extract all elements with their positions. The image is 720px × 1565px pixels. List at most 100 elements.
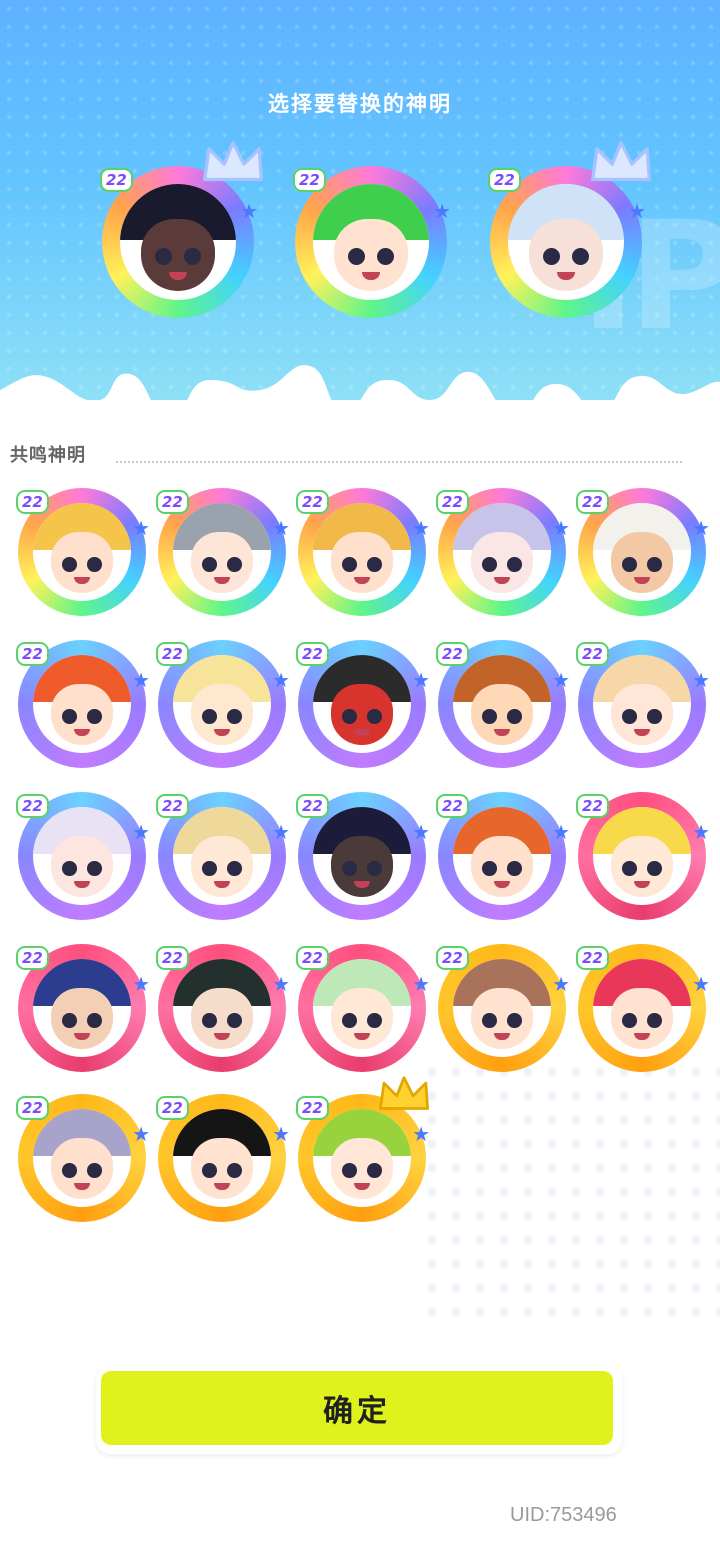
star-icon: ★ [272,820,290,844]
grid-deity-11[interactable]: 22 ★ [16,792,150,920]
grid-deity-13[interactable]: 22 ★ [296,792,430,920]
section-title: 共鸣神明 [10,445,86,466]
selected-deity-1[interactable]: 22 ★ [100,140,263,318]
star-icon: ★ [412,820,430,844]
character-portrait [593,503,691,601]
star-icon: ★ [272,516,290,540]
character-portrait [313,1109,411,1207]
star-icon: ★ [412,972,430,996]
grid-deity-18[interactable]: 22 ★ [296,944,430,1072]
star-icon: ★ [272,1122,290,1146]
grid-deity-22[interactable]: 22 ★ [156,1094,290,1222]
level-badge: 22 [436,490,469,514]
character-portrait [453,959,551,1057]
star-icon: ★ [412,668,430,692]
grid-deity-1[interactable]: 22 ★ [16,488,150,616]
character-portrait [33,1109,131,1207]
star-icon: ★ [692,668,710,692]
character-portrait [173,959,271,1057]
character-portrait [593,807,691,905]
level-badge: 22 [296,490,329,514]
crown-icon [588,138,654,190]
paint-drip-divider [0,365,720,430]
crown-icon [200,138,266,190]
character-portrait [453,655,551,753]
grid-deity-8[interactable]: 22 ★ [296,640,430,768]
character-portrait [173,1109,271,1207]
grid-deity-14[interactable]: 22 ★ [436,792,570,920]
character-portrait [453,807,551,905]
star-icon: ★ [132,1122,150,1146]
character-portrait [313,655,411,753]
level-badge: 22 [156,490,189,514]
grid-deity-9[interactable]: 22 ★ [436,640,570,768]
character-portrait [33,959,131,1057]
level-badge: 22 [576,946,609,970]
level-badge: 22 [16,946,49,970]
character-portrait [173,503,271,601]
grid-deity-12[interactable]: 22 ★ [156,792,290,920]
character-portrait [313,959,411,1057]
level-badge: 22 [436,794,469,818]
level-badge: 22 [296,1096,329,1120]
star-icon: ★ [132,516,150,540]
grid-deity-10[interactable]: 22 ★ [576,640,710,768]
character-portrait [33,807,131,905]
star-icon: ★ [272,972,290,996]
confirm-button-label: 确定 [101,1371,613,1445]
background-dots [420,1060,720,1330]
character-portrait [33,655,131,753]
level-badge: 22 [576,490,609,514]
star-icon: ★ [433,199,451,223]
selected-deity-3[interactable]: 22 ★ [488,140,651,318]
uid-label: UID:753496 [510,1504,617,1526]
grid-deity-7[interactable]: 22 ★ [156,640,290,768]
level-badge: 22 [576,642,609,666]
grid-deity-2[interactable]: 22 ★ [156,488,290,616]
grid-deity-4[interactable]: 22 ★ [436,488,570,616]
star-icon: ★ [132,972,150,996]
character-portrait [508,184,624,300]
grid-deity-16[interactable]: 22 ★ [16,944,150,1072]
grid-deity-5[interactable]: 22 ★ [576,488,710,616]
star-icon: ★ [552,972,570,996]
grid-deity-21[interactable]: 22 ★ [16,1094,150,1222]
level-badge: 22 [16,1096,49,1120]
star-icon: ★ [552,820,570,844]
star-icon: ★ [692,820,710,844]
selected-deity-2[interactable]: 22 ★ [293,166,451,318]
grid-deity-6[interactable]: 22 ★ [16,640,150,768]
character-portrait [593,655,691,753]
star-icon: ★ [412,516,430,540]
star-icon: ★ [132,820,150,844]
confirm-button[interactable]: 确定 [96,1366,622,1454]
level-badge: 22 [296,642,329,666]
star-icon: ★ [692,972,710,996]
character-portrait [33,503,131,601]
level-badge: 22 [156,794,189,818]
grid-deity-20[interactable]: 22 ★ [576,944,710,1072]
level-badge: 22 [156,642,189,666]
level-badge: 22 [296,794,329,818]
character-portrait [313,184,429,300]
star-icon: ★ [240,199,258,223]
level-badge: 22 [436,642,469,666]
star-icon: ★ [132,668,150,692]
grid-deity-17[interactable]: 22 ★ [156,944,290,1072]
level-badge: 22 [576,794,609,818]
level-badge: 22 [16,490,49,514]
grid-deity-23[interactable]: 22 ★ [296,1076,430,1222]
character-portrait [593,959,691,1057]
grid-deity-3[interactable]: 22 ★ [296,488,430,616]
grid-deity-15[interactable]: 22 ★ [576,792,710,920]
character-portrait [173,807,271,905]
grid-deity-19[interactable]: 22 ★ [436,944,570,1072]
star-icon: ★ [692,516,710,540]
crown-icon [376,1074,432,1118]
character-portrait [313,807,411,905]
level-badge: 22 [16,642,49,666]
level-badge: 22 [156,1096,189,1120]
character-portrait [173,655,271,753]
star-icon: ★ [552,516,570,540]
star-icon: ★ [628,199,646,223]
